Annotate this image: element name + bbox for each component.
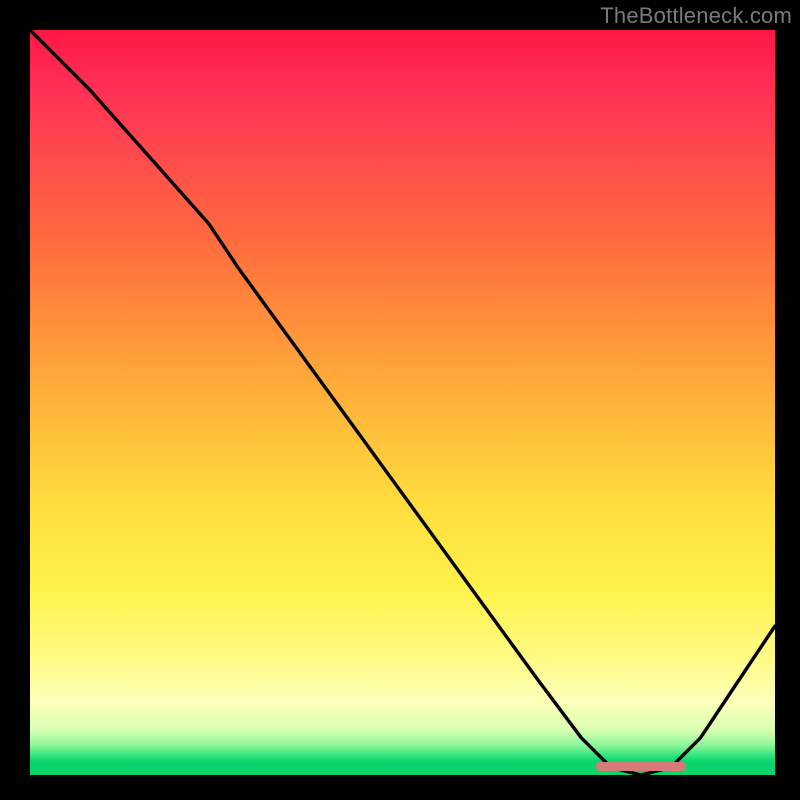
optimal-range-marker — [596, 762, 685, 771]
heatmap-background — [30, 30, 775, 775]
chart-frame — [30, 30, 775, 775]
watermark-text: TheBottleneck.com — [600, 3, 792, 29]
plot-area — [30, 30, 775, 775]
